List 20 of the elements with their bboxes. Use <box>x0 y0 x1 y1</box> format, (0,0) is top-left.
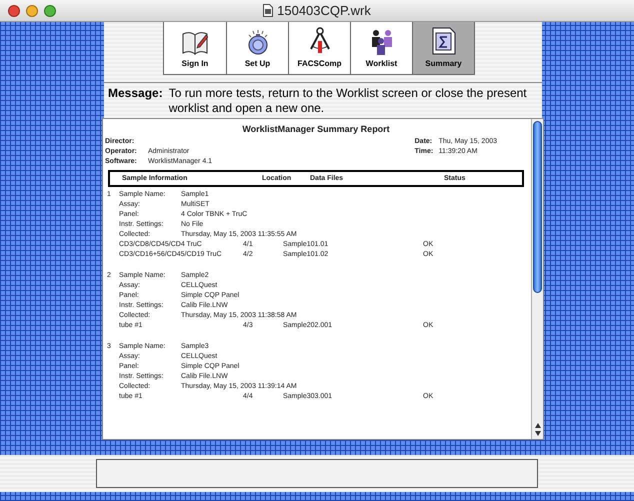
toolbar-button[interactable]: Worklist <box>350 22 412 74</box>
compass-icon <box>308 27 330 55</box>
minimize-button[interactable] <box>26 4 38 16</box>
zoom-button[interactable] <box>44 4 56 16</box>
sigma-icon <box>432 27 456 55</box>
window-title: 150403CQP.wrk <box>277 2 371 20</box>
scroll-bar[interactable] <box>531 119 543 439</box>
scroll-up-icon[interactable] <box>534 423 540 428</box>
message-label: Message: <box>108 86 163 102</box>
message-text: To run more tests, return to the Worklist screen or close the present worklist and open a new one. <box>168 86 528 116</box>
document-icon <box>263 4 274 17</box>
toolbar-button[interactable]: Sign In <box>164 22 226 74</box>
close-button[interactable] <box>8 4 20 16</box>
scroll-thumb[interactable] <box>533 121 542 293</box>
book-icon <box>182 31 208 55</box>
toolbar-button[interactable]: FACSComp <box>288 22 350 74</box>
toolbar-button[interactable]: Summary <box>412 22 474 74</box>
toolbar-button[interactable]: Set Up <box>226 22 288 74</box>
scroll-down-icon[interactable] <box>534 431 540 436</box>
report-title: WorklistManager Summary Report <box>241 123 391 135</box>
